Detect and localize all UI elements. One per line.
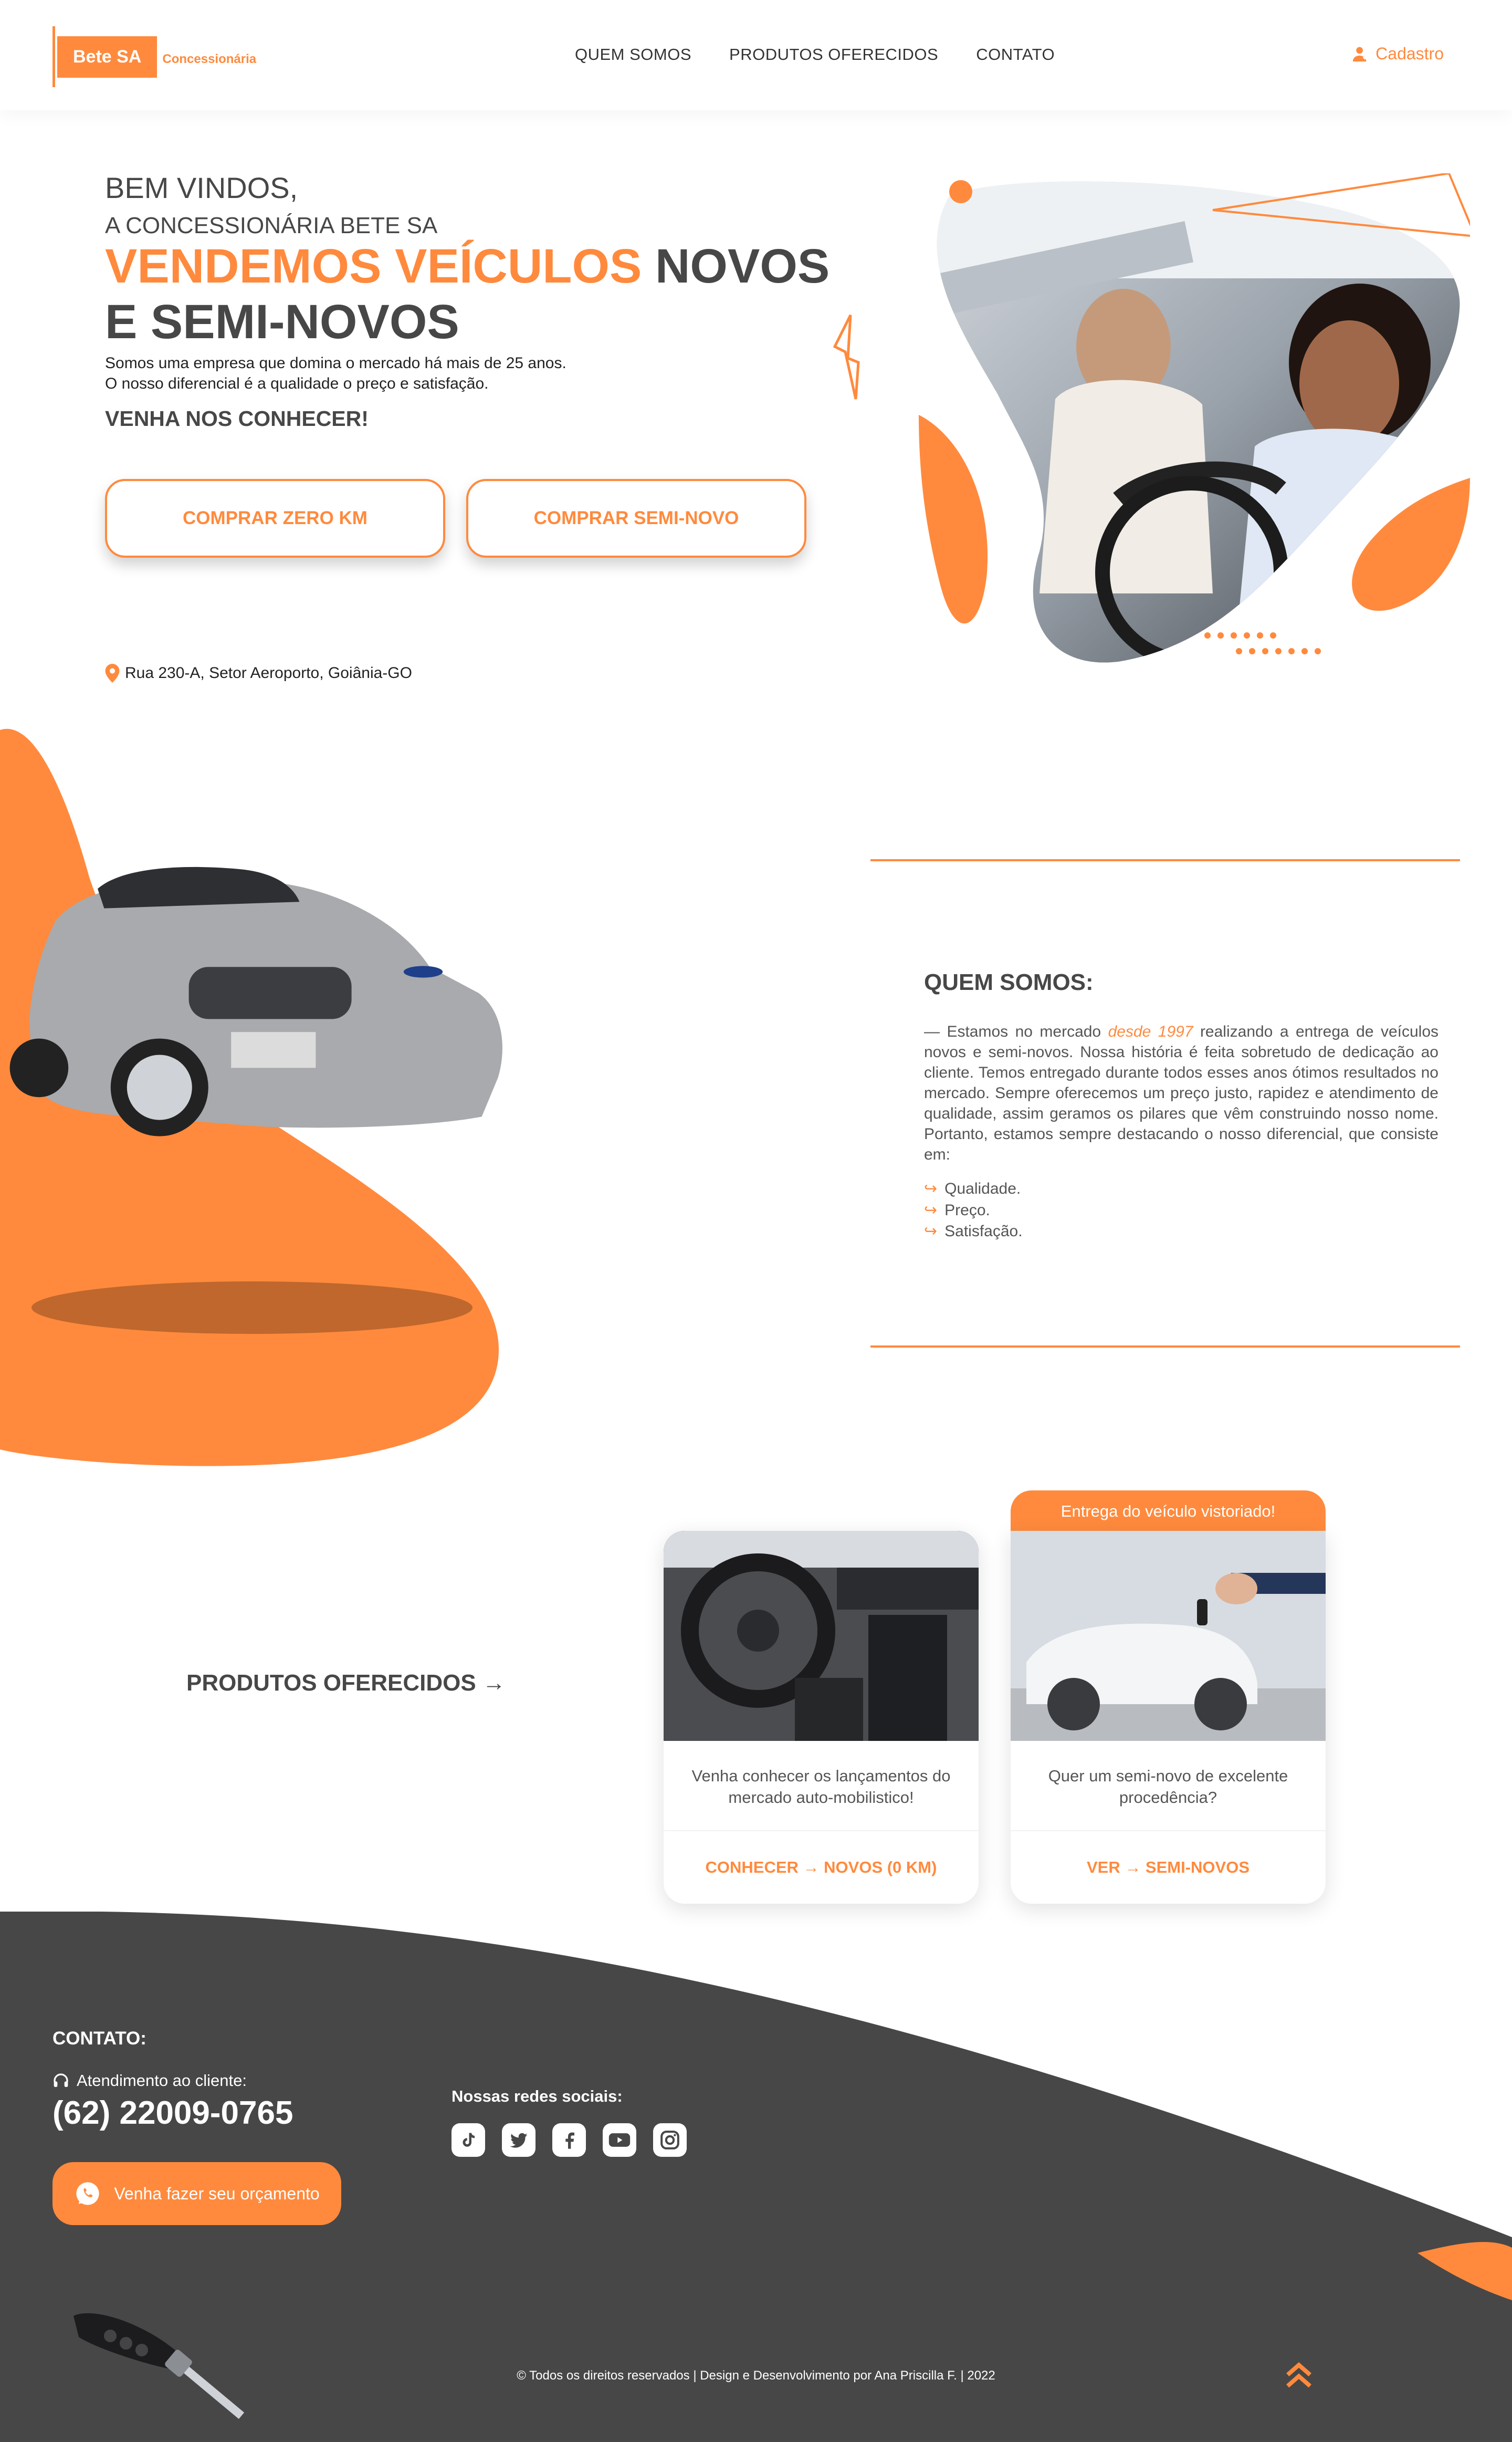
hero-description-line2: O nosso diferencial é a qualidade o preç… — [105, 375, 489, 392]
site-header: Bete SA Concessionária QUEM SOMOS PRODUT… — [0, 0, 1512, 110]
headline-line2: E SEMI-NOVOS — [105, 295, 459, 349]
twitter-icon[interactable] — [502, 2123, 536, 2157]
dot-grid-decoration — [1204, 632, 1321, 654]
tiktok-icon[interactable] — [452, 2123, 485, 2157]
customer-service-label: Atendimento ao cliente: — [77, 2071, 247, 2090]
hero-description: Somos uma empresa que domina o mercado h… — [105, 353, 566, 394]
list-item: ↪ Preço. — [924, 1200, 1023, 1222]
car-interior-image — [664, 1531, 979, 1741]
see-new-cars-button[interactable]: CONHECER → NOVOS (0 KM) — [664, 1830, 979, 1904]
buy-zero-km-button[interactable]: COMPRAR ZERO KM — [105, 479, 445, 558]
list-item-label: Preço. — [944, 1201, 990, 1219]
cadastro-link[interactable]: Cadastro — [1351, 44, 1444, 64]
hero-headline: VENDEMOS VEÍCULOS NOVOS E SEMI-NOVOS — [105, 239, 840, 350]
address-text: Rua 230-A, Setor Aeroporto, Goiânia-GO — [125, 664, 412, 682]
orange-shape-left — [919, 415, 988, 624]
scroll-to-top-icon[interactable] — [1282, 2358, 1316, 2392]
car-keys-handover-image — [1011, 1531, 1326, 1741]
return-arrow-icon: ↪ — [924, 1180, 938, 1197]
brand-logo[interactable]: Bete SA Concessionária — [52, 26, 256, 87]
social-links — [452, 2123, 687, 2157]
list-item: ↪ Satisfação. — [924, 1221, 1023, 1243]
list-item-label: Qualidade. — [944, 1180, 1021, 1197]
quote-label: Venha fazer seu orçamento — [114, 2184, 320, 2203]
whatsapp-icon — [76, 2182, 99, 2205]
main-nav: QUEM SOMOS PRODUTOS OFERECIDOS CONTATO — [575, 45, 1055, 64]
return-arrow-icon: ↪ — [924, 1201, 938, 1219]
buy-semi-novo-button[interactable]: COMPRAR SEMI-NOVO — [466, 479, 806, 558]
about-title: QUEM SOMOS: — [924, 969, 1094, 995]
hero-photo — [919, 173, 1470, 663]
phone-number[interactable]: (62) 22009-0765 — [52, 2094, 293, 2132]
return-arrow-icon: ↪ — [924, 1223, 938, 1240]
hero-description-line1: Somos uma empresa que domina o mercado h… — [105, 354, 566, 372]
car-key-image — [74, 2313, 245, 2419]
nav-contato[interactable]: CONTATO — [976, 45, 1055, 64]
logo-bar — [52, 26, 55, 87]
social-title: Nossas redes sociais: — [452, 2087, 623, 2105]
product-card-semi: Quer um semi-novo de excelente procedênc… — [1011, 1531, 1326, 1904]
contact-title: CONTATO: — [52, 2028, 146, 2049]
hero-welcome-sub: A CONCESSIONÁRIA BETE SA — [105, 213, 438, 238]
product-card-new: Venha conhecer os lançamentos do mercado… — [664, 1531, 979, 1904]
whatsapp-quote-button[interactable]: Venha fazer seu orçamento — [52, 2162, 341, 2225]
about-text-start: — Estamos no mercado — [924, 1023, 1108, 1040]
youtube-icon[interactable] — [603, 2123, 636, 2157]
facebook-icon[interactable] — [552, 2123, 586, 2157]
products-title[interactable]: PRODUTOS OFERECIDOS → — [186, 1670, 506, 1696]
hero-welcome: BEM VINDOS, — [105, 171, 298, 204]
orange-shape-right — [1352, 478, 1470, 611]
about-bottom-line — [870, 1345, 1460, 1348]
headline-accent: VENDEMOS VEÍCULOS — [105, 239, 642, 293]
logo-tagline: Concessionária — [162, 52, 257, 66]
card-description: Quer um semi-novo de excelente procedênc… — [1048, 1767, 1288, 1807]
list-item-label: Satisfação. — [944, 1223, 1023, 1240]
cadastro-label: Cadastro — [1376, 44, 1444, 63]
zigzag-decoration — [833, 314, 860, 400]
customer-service: Atendimento ao cliente: — [52, 2071, 247, 2090]
orange-dot — [949, 180, 972, 203]
about-highlight: desde 1997 — [1108, 1023, 1193, 1040]
about-text: — Estamos no mercado desde 1997 realizan… — [924, 1021, 1438, 1165]
see-semi-new-cars-button[interactable]: VER → SEMI-NOVOS — [1011, 1830, 1326, 1904]
map-pin-icon — [105, 664, 120, 683]
about-car-illustration — [0, 728, 502, 1466]
headline-part: NOVOS — [642, 239, 830, 293]
about-text-end: realizando a entrega de veículos novos e… — [924, 1023, 1438, 1163]
list-item: ↪ Qualidade. — [924, 1178, 1023, 1200]
card-description: Venha conhecer os lançamentos do mercado… — [691, 1767, 951, 1807]
address: Rua 230-A, Setor Aeroporto, Goiânia-GO — [105, 664, 412, 683]
instagram-icon[interactable] — [653, 2123, 687, 2157]
headset-icon — [54, 2073, 68, 2087]
logo-name: Bete SA — [57, 36, 158, 78]
hero-cta-text: VENHA NOS CONHECER! — [105, 406, 369, 431]
user-icon — [1352, 47, 1369, 61]
nav-quem-somos[interactable]: QUEM SOMOS — [575, 45, 691, 64]
about-top-line — [870, 859, 1460, 861]
about-list: ↪ Qualidade. ↪ Preço. ↪ Satisfação. — [924, 1178, 1023, 1243]
nav-produtos[interactable]: PRODUTOS OFERECIDOS — [729, 45, 938, 64]
